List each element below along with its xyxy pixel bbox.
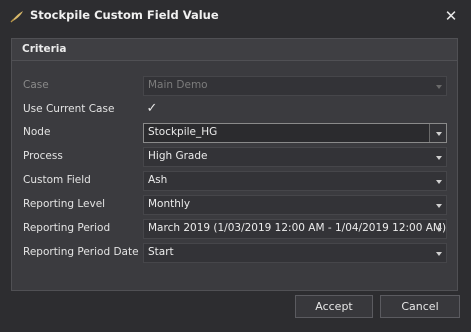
custom-field-value: Ash (148, 174, 168, 186)
close-button[interactable]: ✕ (441, 6, 461, 26)
case-select: Main Demo (143, 76, 447, 96)
reporting-level-value: Monthly (148, 198, 191, 210)
case-value: Main Demo (148, 79, 208, 91)
reporting-period-row: Reporting Period March 2019 (1/03/2019 1… (12, 219, 457, 239)
close-icon: ✕ (444, 7, 458, 25)
feather-icon (10, 11, 23, 23)
reporting-period-select[interactable]: March 2019 (1/03/2019 12:00 AM - 1/04/20… (143, 219, 447, 239)
chevron-down-icon (436, 85, 442, 89)
use-current-case-label: Use Current Case (23, 103, 115, 115)
reporting-level-row: Reporting Level Monthly (12, 195, 457, 215)
chevron-down-icon[interactable] (436, 132, 442, 136)
custom-field-select[interactable]: Ash (143, 171, 447, 191)
cancel-button[interactable]: Cancel (380, 295, 460, 318)
custom-field-row: Custom Field Ash (12, 171, 457, 191)
criteria-group: Criteria Case Main Demo Use Current Case… (11, 38, 458, 291)
chevron-down-icon (436, 180, 442, 184)
chevron-down-icon (436, 204, 442, 208)
reporting-period-date-label: Reporting Period Date (23, 246, 139, 258)
case-row: Case Main Demo (12, 76, 457, 96)
accept-button[interactable]: Accept (295, 295, 373, 318)
criteria-header: Criteria (12, 39, 457, 61)
reporting-period-label: Reporting Period (23, 222, 111, 234)
node-label: Node (23, 126, 51, 138)
reporting-period-date-row: Reporting Period Date Start (12, 243, 457, 263)
chevron-down-icon (436, 156, 442, 160)
chevron-down-icon (436, 252, 442, 256)
custom-field-label: Custom Field (23, 174, 91, 186)
title-bar: Stockpile Custom Field Value ✕ (0, 0, 471, 32)
checkmark-icon: ✓ (146, 101, 158, 116)
reporting-period-date-value: Start (148, 246, 174, 258)
process-label: Process (23, 150, 63, 162)
case-label: Case (23, 79, 49, 91)
node-row: Node Stockpile_HG (12, 123, 457, 143)
node-select[interactable]: Stockpile_HG (143, 123, 447, 143)
reporting-level-label: Reporting Level (23, 198, 106, 210)
chevron-down-icon (436, 228, 442, 232)
reporting-period-value: March 2019 (1/03/2019 12:00 AM - 1/04/20… (148, 222, 447, 234)
node-value: Stockpile_HG (148, 126, 218, 138)
reporting-period-date-select[interactable]: Start (143, 243, 447, 263)
process-value: High Grade (148, 150, 208, 162)
process-select[interactable]: High Grade (143, 147, 447, 167)
reporting-level-select[interactable]: Monthly (143, 195, 447, 215)
process-row: Process High Grade (12, 147, 457, 167)
window-title: Stockpile Custom Field Value (30, 8, 219, 22)
use-current-case-checkbox[interactable]: ✓ (145, 102, 159, 116)
use-current-case-row: Use Current Case ✓ (12, 100, 457, 120)
